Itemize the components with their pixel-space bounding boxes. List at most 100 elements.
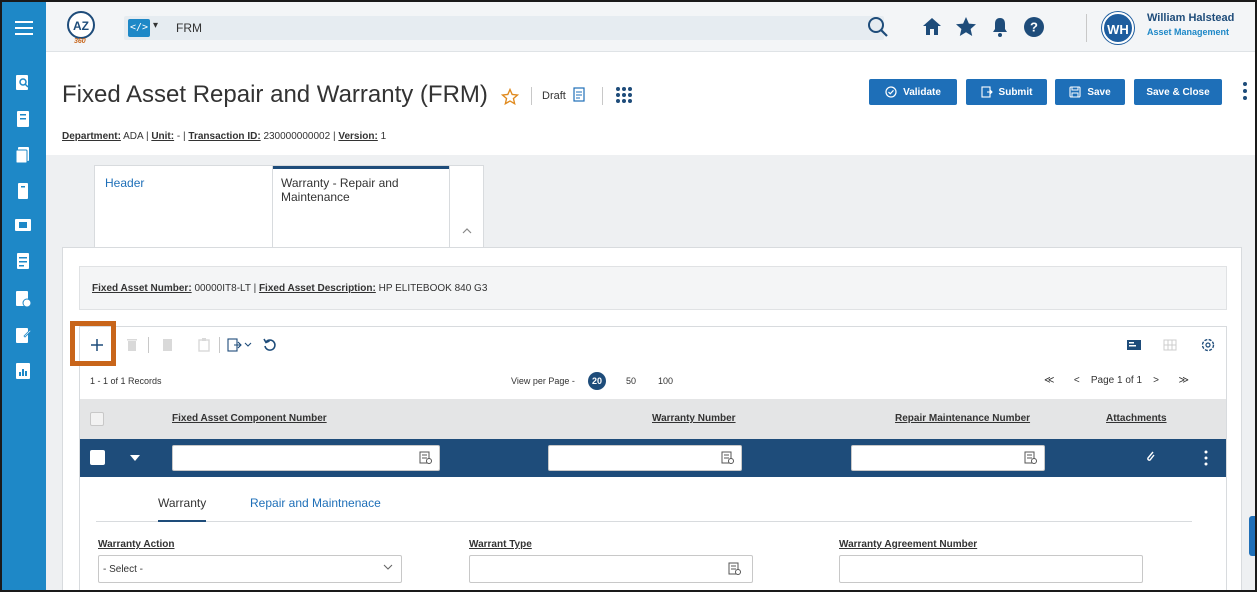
- warranty-action-value: - Select -: [103, 564, 144, 575]
- validate-button[interactable]: Validate: [869, 79, 957, 105]
- collapse-tabs-toggle[interactable]: [449, 166, 485, 250]
- warranty-action-label: Warranty Action: [98, 539, 175, 550]
- home-icon[interactable]: [920, 15, 944, 39]
- version-value: 1: [380, 131, 387, 142]
- page-size-100[interactable]: 100: [658, 376, 673, 386]
- warranty-agreement-input[interactable]: [839, 555, 1143, 583]
- tab-warranty-repair-maintenance[interactable]: Warranty - Repair and Maintenance: [273, 166, 449, 250]
- row-checkbox[interactable]: [90, 450, 105, 465]
- tab-header[interactable]: Header: [95, 166, 273, 250]
- export-icon[interactable]: [227, 337, 253, 353]
- user-name[interactable]: William Halstead: [1147, 12, 1234, 24]
- page-header: Fixed Asset Repair and Warranty (FRM) Dr…: [46, 53, 1255, 155]
- transaction-meta: Department: ADA | Unit: - | Transaction …: [62, 131, 386, 142]
- favorites-star-icon[interactable]: [954, 15, 978, 39]
- search-document-icon[interactable]: [14, 74, 32, 92]
- page-title: Fixed Asset Repair and Warranty (FRM): [62, 81, 488, 108]
- view-per-page-label: View per Page -: [511, 376, 575, 386]
- az360-logo[interactable]: AZ 360: [64, 10, 98, 44]
- validate-label: Validate: [903, 86, 941, 98]
- tab-repair-maintenance[interactable]: Repair and Maintnenace: [250, 496, 381, 510]
- chevron-down-icon[interactable]: ▾: [153, 20, 158, 31]
- asset-icon[interactable]: [14, 290, 32, 308]
- submit-button[interactable]: Submit: [966, 79, 1047, 105]
- save-label: Save: [1087, 86, 1111, 98]
- warranty-action-select[interactable]: - Select -: [98, 555, 402, 583]
- grid-toolbar: [70, 321, 1226, 366]
- divider: [148, 337, 149, 353]
- last-page-button[interactable]: ≫: [1178, 375, 1188, 386]
- asset-number-label: Fixed Asset Number:: [92, 283, 192, 294]
- paste-icon[interactable]: [196, 337, 212, 353]
- scan-icon[interactable]: [14, 216, 32, 234]
- table-row[interactable]: [80, 439, 1226, 477]
- pagination: ≪ < Page 1 of 1 > ≫: [1044, 375, 1189, 386]
- page-indicator: Page 1 of 1: [1090, 375, 1143, 386]
- documents-icon[interactable]: [14, 146, 32, 164]
- column-header-attachments[interactable]: Attachments: [1106, 413, 1167, 424]
- left-nav-rail: [2, 2, 46, 590]
- page-size-20[interactable]: 20: [588, 372, 606, 390]
- refresh-icon[interactable]: [262, 337, 278, 353]
- edit-document-icon[interactable]: [14, 326, 32, 344]
- lookup-icon[interactable]: [1024, 451, 1038, 465]
- tab-warranty-label: Warranty - Repair and Maintenance: [281, 176, 399, 204]
- chart-report-icon[interactable]: [14, 362, 32, 380]
- settings-gear-icon[interactable]: [1200, 337, 1216, 353]
- prev-page-button[interactable]: <: [1074, 375, 1080, 386]
- divider: [602, 87, 603, 105]
- ledger-icon[interactable]: [14, 110, 32, 128]
- warranty-agreement-label: Warranty Agreement Number: [839, 539, 978, 550]
- book-icon[interactable]: [14, 182, 32, 200]
- column-header-component-number[interactable]: Fixed Asset Component Number: [172, 413, 327, 424]
- expand-row-chevron-icon[interactable]: [130, 455, 140, 461]
- next-page-button[interactable]: >: [1153, 375, 1159, 386]
- hamburger-menu-icon[interactable]: [2, 14, 46, 42]
- delete-icon[interactable]: [124, 337, 140, 353]
- column-header-repair-number[interactable]: Repair Maintenance Number: [895, 413, 1030, 424]
- components-grid: 1 - 1 of 1 Records View per Page - 20 50…: [70, 321, 1227, 590]
- help-icon[interactable]: ?: [1022, 15, 1046, 39]
- add-row-icon[interactable]: [89, 337, 105, 353]
- attachment-paperclip-icon[interactable]: [1144, 449, 1156, 463]
- record-count: 1 - 1 of 1 Records: [90, 376, 162, 386]
- card-view-icon[interactable]: [1126, 337, 1142, 353]
- save-disk-icon: [1069, 86, 1081, 98]
- repair-number-input[interactable]: [851, 445, 1045, 471]
- lookup-icon[interactable]: [721, 451, 735, 465]
- submit-label: Submit: [998, 86, 1033, 98]
- notification-bell-icon[interactable]: [988, 15, 1012, 39]
- first-page-button[interactable]: ≪: [1044, 375, 1054, 386]
- save-button[interactable]: Save: [1055, 79, 1125, 105]
- grid-view-icon[interactable]: [1162, 337, 1178, 353]
- search-icon[interactable]: [866, 15, 890, 39]
- transaction-id-value: 230000000002: [263, 131, 331, 142]
- report-icon[interactable]: [14, 252, 32, 270]
- favorite-star-icon[interactable]: [501, 88, 519, 106]
- warrant-type-input[interactable]: [469, 555, 753, 583]
- side-panel-tab[interactable]: [1249, 516, 1255, 556]
- document-list-icon[interactable]: [573, 87, 587, 103]
- row-more-icon[interactable]: [1204, 450, 1208, 466]
- column-header-warranty-number[interactable]: Warranty Number: [652, 413, 736, 424]
- lookup-icon[interactable]: [419, 451, 433, 465]
- user-avatar[interactable]: WH: [1102, 12, 1134, 44]
- select-all-checkbox[interactable]: [90, 412, 104, 426]
- warranty-number-input[interactable]: [548, 445, 742, 471]
- copy-icon[interactable]: [160, 337, 176, 353]
- asset-description-label: Fixed Asset Description:: [258, 283, 376, 294]
- chevron-up-icon: [462, 228, 472, 234]
- department-value: ADA: [123, 131, 144, 142]
- component-number-input[interactable]: [172, 445, 440, 471]
- save-and-close-button[interactable]: Save & Close: [1134, 79, 1222, 105]
- more-vertical-icon[interactable]: [1242, 81, 1248, 101]
- warrant-type-label: Warrant Type: [469, 539, 532, 550]
- global-search-bar[interactable]: </> ▾ FRM: [124, 16, 884, 40]
- apps-grid-icon[interactable]: [614, 85, 634, 105]
- code-chip-icon[interactable]: </>: [128, 19, 150, 37]
- lookup-icon[interactable]: [728, 562, 742, 576]
- page-size-50[interactable]: 50: [626, 376, 636, 386]
- search-input[interactable]: FRM: [176, 21, 202, 35]
- content-area: Header Warranty - Repair and Maintenance…: [46, 155, 1255, 590]
- tab-warranty[interactable]: Warranty: [158, 496, 207, 522]
